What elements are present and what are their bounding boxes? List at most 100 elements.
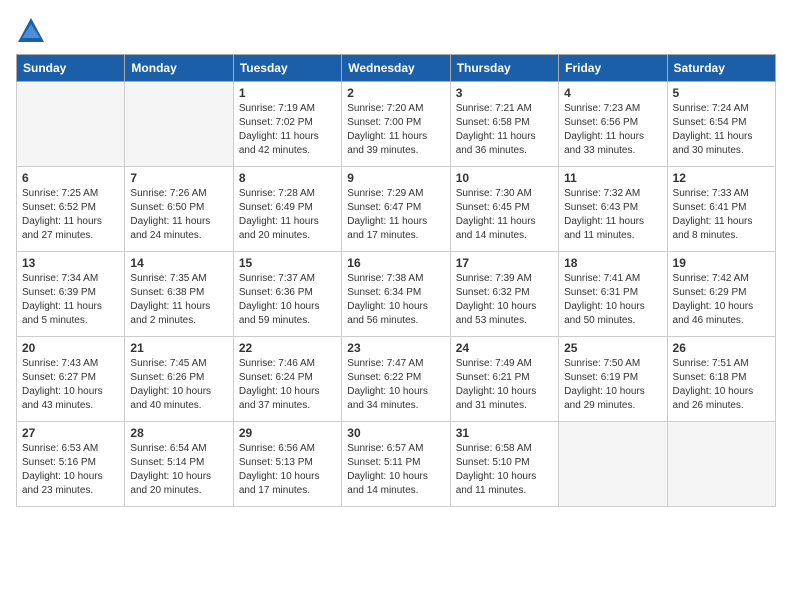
day-number: 26 bbox=[673, 341, 770, 355]
calendar-week-5: 27 Sunrise: 6:53 AMSunset: 5:16 PMDayligh… bbox=[17, 422, 776, 507]
calendar-cell: 25 Sunrise: 7:50 AMSunset: 6:19 PMDayligh… bbox=[559, 337, 667, 422]
day-info: Sunrise: 7:34 AMSunset: 6:39 PMDaylight:… bbox=[22, 272, 119, 328]
day-number: 13 bbox=[22, 256, 119, 270]
day-number: 25 bbox=[564, 341, 661, 355]
calendar-cell: 24 Sunrise: 7:49 AMSunset: 6:21 PMDayligh… bbox=[450, 337, 558, 422]
day-number: 24 bbox=[456, 341, 553, 355]
calendar-cell: 7 Sunrise: 7:26 AMSunset: 6:50 PMDaylight… bbox=[125, 167, 233, 252]
day-info: Sunrise: 7:35 AMSunset: 6:38 PMDaylight:… bbox=[130, 272, 227, 328]
day-info: Sunrise: 7:49 AMSunset: 6:21 PMDaylight:… bbox=[456, 357, 553, 413]
day-number: 3 bbox=[456, 86, 553, 100]
day-number: 27 bbox=[22, 426, 119, 440]
calendar-week-2: 6 Sunrise: 7:25 AMSunset: 6:52 PMDaylight… bbox=[17, 167, 776, 252]
calendar-cell bbox=[667, 422, 775, 507]
calendar-header-saturday: Saturday bbox=[667, 55, 775, 82]
day-info: Sunrise: 7:32 AMSunset: 6:43 PMDaylight:… bbox=[564, 187, 661, 243]
day-info: Sunrise: 7:41 AMSunset: 6:31 PMDaylight:… bbox=[564, 272, 661, 328]
day-info: Sunrise: 6:57 AMSunset: 5:11 PMDaylight:… bbox=[347, 442, 444, 498]
day-number: 8 bbox=[239, 171, 336, 185]
calendar-cell: 5Sunrise: 7:24 AMSunset: 6:54 PMDaylight… bbox=[667, 82, 775, 167]
day-info: Sunrise: 7:42 AMSunset: 6:29 PMDaylight:… bbox=[673, 272, 770, 328]
calendar-cell bbox=[125, 82, 233, 167]
calendar-table: SundayMondayTuesdayWednesdayThursdayFrid… bbox=[16, 54, 776, 507]
calendar-cell: 10 Sunrise: 7:30 AMSunset: 6:45 PMDayligh… bbox=[450, 167, 558, 252]
calendar-week-3: 13 Sunrise: 7:34 AMSunset: 6:39 PMDayligh… bbox=[17, 252, 776, 337]
calendar-header-sunday: Sunday bbox=[17, 55, 125, 82]
day-number: 1 bbox=[239, 86, 336, 100]
day-number: 9 bbox=[347, 171, 444, 185]
day-info: Sunrise: 7:20 AMSunset: 7:00 PMDaylight:… bbox=[347, 102, 444, 158]
calendar-cell: 26 Sunrise: 7:51 AMSunset: 6:18 PMDayligh… bbox=[667, 337, 775, 422]
day-number: 30 bbox=[347, 426, 444, 440]
day-number: 14 bbox=[130, 256, 227, 270]
day-number: 10 bbox=[456, 171, 553, 185]
day-number: 18 bbox=[564, 256, 661, 270]
calendar-header-thursday: Thursday bbox=[450, 55, 558, 82]
calendar-header-monday: Monday bbox=[125, 55, 233, 82]
calendar-week-4: 20Sunrise: 7:43 AMSunset: 6:27 PMDayligh… bbox=[17, 337, 776, 422]
calendar-cell bbox=[559, 422, 667, 507]
day-number: 4 bbox=[564, 86, 661, 100]
day-number: 23 bbox=[347, 341, 444, 355]
day-info: Sunrise: 7:30 AMSunset: 6:45 PMDaylight:… bbox=[456, 187, 553, 243]
calendar-cell: 22 Sunrise: 7:46 AMSunset: 6:24 PMDayligh… bbox=[233, 337, 341, 422]
day-info: Sunrise: 6:54 AMSunset: 5:14 PMDaylight:… bbox=[130, 442, 227, 498]
day-info: Sunrise: 7:25 AMSunset: 6:52 PMDaylight:… bbox=[22, 187, 119, 243]
day-number: 12 bbox=[673, 171, 770, 185]
day-info: Sunrise: 6:58 AMSunset: 5:10 PMDaylight:… bbox=[456, 442, 553, 498]
day-number: 16 bbox=[347, 256, 444, 270]
day-number: 17 bbox=[456, 256, 553, 270]
header bbox=[16, 16, 776, 46]
calendar-cell: 28 Sunrise: 6:54 AMSunset: 5:14 PMDayligh… bbox=[125, 422, 233, 507]
calendar-header-wednesday: Wednesday bbox=[342, 55, 450, 82]
calendar-cell: 12 Sunrise: 7:33 AMSunset: 6:41 PMDayligh… bbox=[667, 167, 775, 252]
day-number: 19 bbox=[673, 256, 770, 270]
day-number: 6 bbox=[22, 171, 119, 185]
day-info: Sunrise: 7:26 AMSunset: 6:50 PMDaylight:… bbox=[130, 187, 227, 243]
calendar-cell: 3 Sunrise: 7:21 AMSunset: 6:58 PMDaylight… bbox=[450, 82, 558, 167]
day-info: Sunrise: 7:46 AMSunset: 6:24 PMDaylight:… bbox=[239, 357, 336, 413]
day-info: Sunrise: 7:38 AMSunset: 6:34 PMDaylight:… bbox=[347, 272, 444, 328]
day-number: 15 bbox=[239, 256, 336, 270]
day-info: Sunrise: 7:43 AMSunset: 6:27 PMDaylight:… bbox=[22, 357, 119, 413]
day-number: 5 bbox=[673, 86, 770, 100]
day-info: Sunrise: 7:39 AMSunset: 6:32 PMDaylight:… bbox=[456, 272, 553, 328]
calendar-cell: 16 Sunrise: 7:38 AMSunset: 6:34 PMDayligh… bbox=[342, 252, 450, 337]
day-info: Sunrise: 7:37 AMSunset: 6:36 PMDaylight:… bbox=[239, 272, 336, 328]
calendar-cell: 8 Sunrise: 7:28 AMSunset: 6:49 PMDaylight… bbox=[233, 167, 341, 252]
day-info: Sunrise: 7:45 AMSunset: 6:26 PMDaylight:… bbox=[130, 357, 227, 413]
day-number: 31 bbox=[456, 426, 553, 440]
calendar-cell: 21Sunrise: 7:45 AMSunset: 6:26 PMDayligh… bbox=[125, 337, 233, 422]
calendar-header-tuesday: Tuesday bbox=[233, 55, 341, 82]
calendar-header-row: SundayMondayTuesdayWednesdayThursdayFrid… bbox=[17, 55, 776, 82]
day-info: Sunrise: 7:29 AMSunset: 6:47 PMDaylight:… bbox=[347, 187, 444, 243]
day-info: Sunrise: 7:21 AMSunset: 6:58 PMDaylight:… bbox=[456, 102, 553, 158]
calendar-cell: 14 Sunrise: 7:35 AMSunset: 6:38 PMDayligh… bbox=[125, 252, 233, 337]
day-info: Sunrise: 7:47 AMSunset: 6:22 PMDaylight:… bbox=[347, 357, 444, 413]
day-info: Sunrise: 7:23 AMSunset: 6:56 PMDaylight:… bbox=[564, 102, 661, 158]
calendar-cell: 30 Sunrise: 6:57 AMSunset: 5:11 PMDayligh… bbox=[342, 422, 450, 507]
day-info: Sunrise: 6:53 AMSunset: 5:16 PMDaylight:… bbox=[22, 442, 119, 498]
day-number: 22 bbox=[239, 341, 336, 355]
logo bbox=[16, 16, 50, 46]
calendar-cell: 31 Sunrise: 6:58 AMSunset: 5:10 PMDayligh… bbox=[450, 422, 558, 507]
day-number: 7 bbox=[130, 171, 227, 185]
calendar-cell: 1Sunrise: 7:19 AMSunset: 7:02 PMDaylight… bbox=[233, 82, 341, 167]
calendar-cell: 11Sunrise: 7:32 AMSunset: 6:43 PMDayligh… bbox=[559, 167, 667, 252]
day-info: Sunrise: 6:56 AMSunset: 5:13 PMDaylight:… bbox=[239, 442, 336, 498]
calendar-week-1: 1Sunrise: 7:19 AMSunset: 7:02 PMDaylight… bbox=[17, 82, 776, 167]
calendar-cell: 15 Sunrise: 7:37 AMSunset: 6:36 PMDayligh… bbox=[233, 252, 341, 337]
calendar-cell: 4 Sunrise: 7:23 AMSunset: 6:56 PMDaylight… bbox=[559, 82, 667, 167]
day-info: Sunrise: 7:51 AMSunset: 6:18 PMDaylight:… bbox=[673, 357, 770, 413]
day-info: Sunrise: 7:28 AMSunset: 6:49 PMDaylight:… bbox=[239, 187, 336, 243]
calendar-cell: 2Sunrise: 7:20 AMSunset: 7:00 PMDaylight… bbox=[342, 82, 450, 167]
calendar-cell: 23 Sunrise: 7:47 AMSunset: 6:22 PMDayligh… bbox=[342, 337, 450, 422]
calendar-cell bbox=[17, 82, 125, 167]
calendar-cell: 18 Sunrise: 7:41 AMSunset: 6:31 PMDayligh… bbox=[559, 252, 667, 337]
day-number: 28 bbox=[130, 426, 227, 440]
logo-icon bbox=[16, 16, 46, 46]
calendar-header-friday: Friday bbox=[559, 55, 667, 82]
day-info: Sunrise: 7:50 AMSunset: 6:19 PMDaylight:… bbox=[564, 357, 661, 413]
day-info: Sunrise: 7:33 AMSunset: 6:41 PMDaylight:… bbox=[673, 187, 770, 243]
calendar-cell: 13 Sunrise: 7:34 AMSunset: 6:39 PMDayligh… bbox=[17, 252, 125, 337]
